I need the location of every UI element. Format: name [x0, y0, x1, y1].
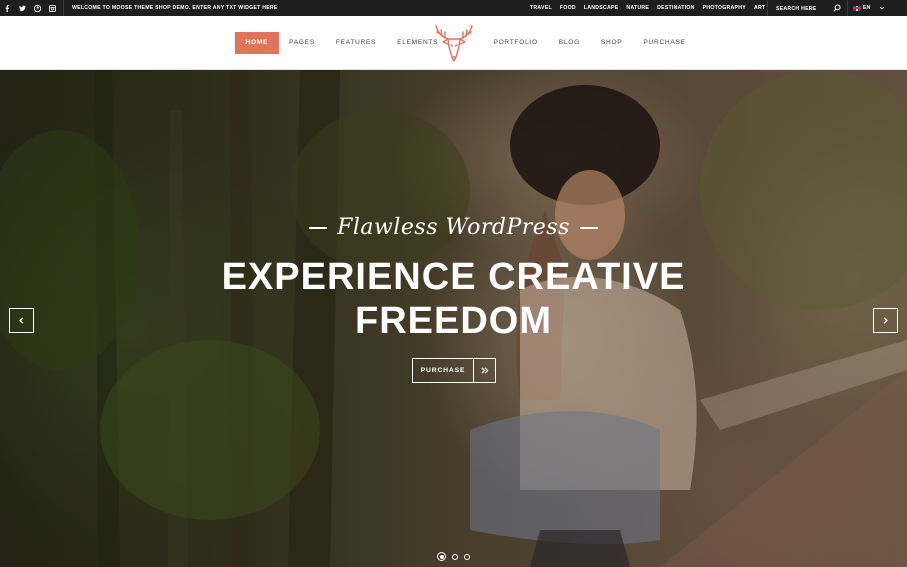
- nav-pages[interactable]: PAGES: [279, 32, 326, 54]
- top-bar: WELCOME TO MOOSE THEME SHOP DEMO. ENTER …: [0, 0, 907, 16]
- instagram-icon[interactable]: [45, 0, 60, 16]
- chevron-left-icon: [19, 317, 24, 324]
- category-travel[interactable]: TRAVEL: [530, 5, 552, 11]
- nav-features[interactable]: FEATURES: [325, 32, 386, 54]
- nav-purchase[interactable]: PURCHASE: [633, 32, 696, 54]
- search-box: [767, 0, 847, 16]
- subtitle-dash-left: [309, 227, 328, 229]
- social-links: [0, 0, 60, 16]
- category-menu: TRAVEL FOOD LANDSCAPE NATURE DESTINATION…: [526, 0, 769, 16]
- topbar-divider: [63, 0, 64, 16]
- purchase-button-label: PURCHASE: [413, 359, 474, 382]
- hero-title-line1: EXPERIENCE CREATIVE: [221, 256, 686, 298]
- hero-title: EXPERIENCE CREATIVE FREEDOM: [0, 255, 907, 343]
- uk-flag-icon: [853, 5, 861, 11]
- category-destination[interactable]: DESTINATION: [657, 5, 695, 11]
- hero-title-line2: FREEDOM: [355, 300, 552, 342]
- deer-logo-icon[interactable]: [432, 23, 476, 65]
- chevron-down-icon: [879, 6, 884, 10]
- welcome-text: WELCOME TO MOOSE THEME SHOP DEMO. ENTER …: [72, 4, 278, 11]
- main-header: HOME PAGES FEATURES ELEMENTS PORTFOLIO B…: [0, 16, 907, 70]
- double-chevron-right-icon: [474, 359, 495, 382]
- slider-dot-2[interactable]: [452, 553, 458, 560]
- category-nature[interactable]: NATURE: [626, 5, 649, 11]
- purchase-button[interactable]: PURCHASE: [412, 358, 496, 383]
- hero-slider: Flawless WordPress EXPERIENCE CREATIVE F…: [0, 70, 907, 567]
- main-nav-right: PORTFOLIO BLOG SHOP PURCHASE: [483, 32, 696, 54]
- nav-portfolio[interactable]: PORTFOLIO: [483, 32, 548, 54]
- nav-shop[interactable]: SHOP: [590, 32, 633, 54]
- category-food[interactable]: FOOD: [560, 5, 576, 11]
- language-label: EN: [863, 5, 871, 11]
- hero-subtitle: Flawless WordPress: [0, 215, 907, 240]
- nav-blog[interactable]: BLOG: [548, 32, 590, 54]
- search-icon[interactable]: [833, 4, 841, 12]
- facebook-icon[interactable]: [0, 0, 15, 16]
- language-selector[interactable]: EN: [848, 0, 888, 16]
- slider-pagination: [437, 552, 476, 561]
- slider-dot-1[interactable]: [437, 552, 446, 561]
- hero-subtitle-text: Flawless WordPress: [337, 215, 570, 240]
- slider-dot-3[interactable]: [464, 553, 470, 560]
- main-nav-left: HOME PAGES FEATURES ELEMENTS: [235, 32, 449, 54]
- pinterest-icon[interactable]: [30, 0, 45, 16]
- category-landscape[interactable]: LANDSCAPE: [584, 5, 619, 11]
- nav-home[interactable]: HOME: [235, 32, 279, 54]
- category-photography[interactable]: PHOTOGRAPHY: [703, 5, 746, 11]
- category-art[interactable]: ART: [754, 5, 765, 11]
- twitter-icon[interactable]: [15, 0, 30, 16]
- slider-prev-button[interactable]: [9, 308, 34, 333]
- slider-next-button[interactable]: [873, 308, 898, 333]
- chevron-right-icon: [883, 317, 888, 324]
- subtitle-dash-right: [579, 227, 598, 229]
